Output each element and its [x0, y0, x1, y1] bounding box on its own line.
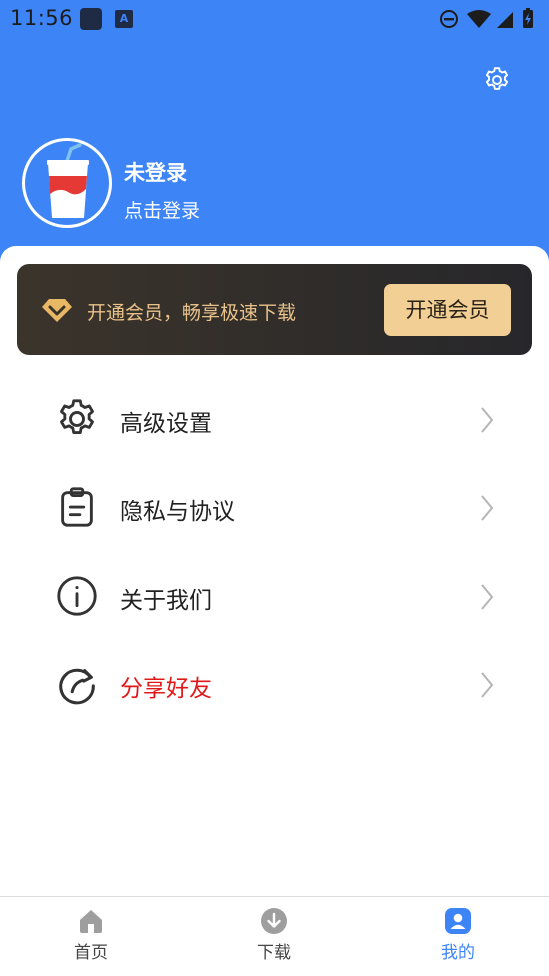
menu-item-privacy-agreement[interactable]: 隐私与协议	[0, 464, 549, 552]
clipboard-icon	[54, 484, 100, 530]
drink-cup-icon	[47, 143, 89, 218]
chevron-right-icon	[478, 582, 496, 612]
share-icon	[54, 661, 100, 707]
menu-item-label: 关于我们	[120, 588, 212, 614]
menu-item-share-friends[interactable]: 分享好友	[0, 641, 549, 729]
info-icon	[54, 573, 100, 619]
vip-promo-text: 开通会员，畅享极速下载	[87, 302, 297, 324]
menu-item-label: 分享好友	[120, 676, 212, 702]
login-prompt[interactable]: 点击登录	[124, 196, 200, 223]
status-time: 11:56	[10, 6, 74, 30]
tab-mine[interactable]: 我的	[398, 897, 518, 976]
gear-icon	[54, 396, 100, 442]
tab-label: 我的	[441, 943, 475, 963]
menu-item-label: 高级设置	[120, 411, 212, 437]
settings-gear-button[interactable]	[482, 65, 512, 95]
tab-label: 首页	[74, 943, 108, 963]
open-vip-button[interactable]: 开通会员	[384, 284, 511, 336]
signal-icon	[497, 12, 513, 28]
chevron-right-icon	[478, 405, 496, 435]
tab-home[interactable]: 首页	[31, 897, 151, 976]
tab-download[interactable]: 下载	[214, 897, 334, 976]
wifi-icon	[467, 10, 491, 28]
tab-label: 下载	[257, 943, 291, 963]
chevron-right-icon	[478, 493, 496, 523]
avatar[interactable]	[22, 138, 112, 228]
battery-icon	[523, 8, 533, 28]
download-icon	[260, 907, 288, 935]
status-bar: 11:56 A	[0, 0, 549, 38]
keyboard-notification-icon: A	[115, 10, 133, 28]
user-icon	[444, 907, 472, 935]
login-status-title[interactable]: 未登录	[124, 157, 187, 187]
home-icon	[77, 907, 105, 935]
chevron-right-icon	[478, 670, 496, 700]
menu-item-about-us[interactable]: 关于我们	[0, 553, 549, 641]
dnd-icon	[440, 10, 458, 28]
profile-header: 11:56 A 未登录 点击登录	[0, 0, 549, 275]
diamond-icon	[40, 296, 74, 324]
menu-item-advanced-settings[interactable]: 高级设置	[0, 376, 549, 464]
menu-item-label: 隐私与协议	[120, 499, 235, 525]
system-status-icons	[439, 7, 541, 35]
bottom-navigation: 首页 下载 我的	[0, 896, 549, 976]
app-notification-icon	[80, 8, 102, 30]
gear-icon	[485, 67, 509, 90]
